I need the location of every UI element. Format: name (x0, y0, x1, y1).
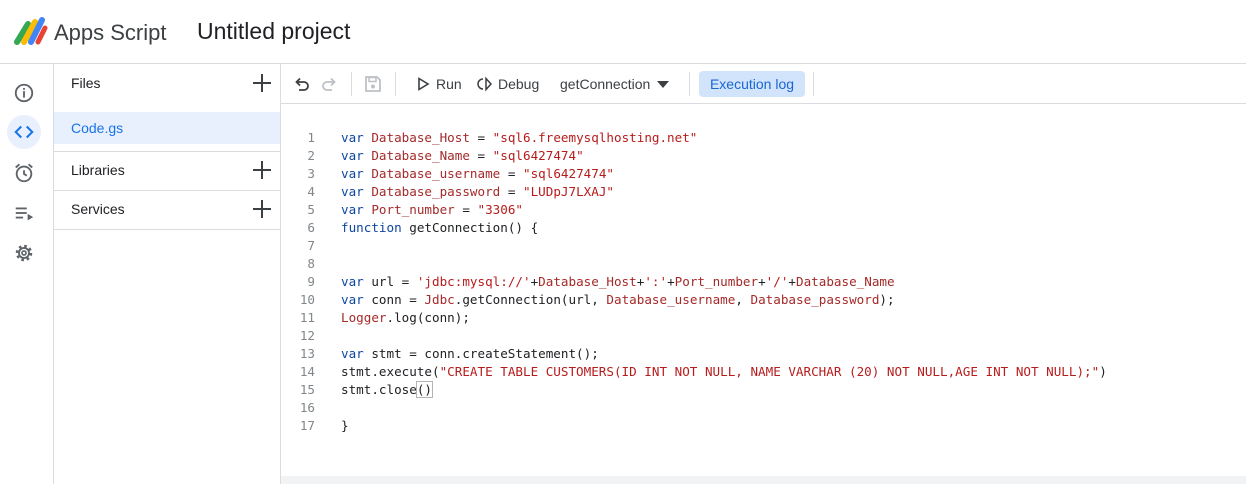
project-title[interactable]: Untitled project (197, 18, 350, 45)
line-number: 14 (299, 364, 315, 379)
libraries-header: Libraries (54, 151, 281, 189)
line-number: 5 (307, 202, 315, 217)
nav-rail (0, 64, 54, 484)
editor-toolbar: Run Debug getConnection Execution log (281, 64, 1246, 104)
services-header: Services (54, 190, 281, 228)
files-header: Files (54, 64, 281, 102)
code-text[interactable]: var Database_username = "sql6427474" (341, 165, 614, 183)
add-file-icon[interactable] (251, 72, 273, 94)
code-text[interactable]: stmt.execute("CREATE TABLE CUSTOMERS(ID … (341, 363, 1107, 381)
line-number: 3 (307, 166, 315, 181)
code-icon (14, 125, 34, 139)
code-text[interactable]: var Database_Name = "sql6427474" (341, 147, 584, 165)
code-text[interactable]: var Database_password = "LUDpJ7LXAJ" (341, 183, 614, 201)
line-number: 9 (307, 274, 315, 289)
line-number: 12 (299, 328, 315, 343)
playlist-play-icon (15, 207, 34, 221)
line-number: 1 (307, 130, 315, 145)
undo-icon[interactable] (292, 74, 312, 94)
app-name[interactable]: Apps Script (54, 20, 167, 46)
line-number: 17 (299, 418, 315, 433)
apps-script-logo-icon[interactable] (14, 16, 48, 46)
rail-editor[interactable] (7, 115, 41, 149)
execution-log-button[interactable]: Execution log (699, 71, 805, 97)
editor-scroll-area (281, 476, 1246, 484)
function-select-value: getConnection (560, 76, 651, 92)
file-name: Code.gs (71, 120, 124, 136)
line-number: 7 (307, 238, 315, 253)
files-panel: Files Code.gs Libraries Services (54, 64, 281, 484)
code-text[interactable]: function getConnection() { (341, 219, 538, 237)
line-number: 10 (299, 292, 315, 307)
rail-settings[interactable] (7, 236, 41, 270)
line-number: 15 (299, 382, 315, 397)
code-editor[interactable]: 1 var Database_Host = "sql6.freemysqlhost… (281, 104, 1246, 476)
rail-executions[interactable] (7, 196, 41, 230)
debug-label: Debug (498, 76, 540, 92)
run-button[interactable]: Run (415, 73, 462, 95)
line-number: 6 (307, 220, 315, 235)
divider (54, 229, 281, 230)
function-select[interactable]: getConnection (560, 73, 670, 95)
line-number: 8 (307, 256, 315, 271)
code-text[interactable]: var stmt = conn.createStatement(); (341, 345, 599, 363)
file-item-code-gs[interactable]: Code.gs (54, 112, 280, 144)
debug-button[interactable]: Debug (477, 73, 539, 95)
toolbar-separator (689, 72, 690, 96)
line-number: 11 (299, 310, 315, 325)
code-text[interactable]: var Port_number = "3306" (341, 201, 523, 219)
code-text[interactable]: var url = 'jdbc:mysql://'+Database_Host+… (341, 273, 895, 291)
toolbar-separator (395, 72, 396, 96)
services-label: Services (71, 201, 125, 217)
add-service-icon[interactable] (251, 198, 273, 220)
toolbar-separator (813, 72, 814, 96)
alarm-clock-icon (15, 163, 33, 183)
toolbar-separator (351, 72, 352, 96)
gear-icon (15, 244, 33, 262)
redo-icon[interactable] (319, 74, 339, 94)
code-text[interactable]: } (341, 417, 349, 435)
code-text[interactable]: var conn = Jdbc.getConnection(url, Datab… (341, 291, 895, 309)
code-text[interactable]: stmt.close() (341, 381, 434, 399)
play-icon (418, 77, 430, 91)
debug-icon (477, 76, 493, 92)
rail-overview[interactable] (7, 76, 41, 110)
run-label: Run (436, 76, 462, 92)
dropdown-arrow-icon (657, 81, 670, 88)
files-label: Files (71, 75, 101, 91)
save-icon[interactable] (363, 74, 383, 94)
line-number: 16 (299, 400, 315, 415)
line-number: 4 (307, 184, 315, 199)
line-number: 2 (307, 148, 315, 163)
line-number: 13 (299, 346, 315, 361)
add-library-icon[interactable] (251, 159, 273, 181)
code-text[interactable]: var Database_Host = "sql6.freemysqlhosti… (341, 129, 697, 147)
libraries-label: Libraries (71, 162, 125, 178)
app-header: Apps Script Untitled project (0, 0, 1246, 64)
code-text[interactable]: Logger.log(conn); (341, 309, 470, 327)
rail-triggers[interactable] (7, 156, 41, 190)
info-icon (14, 83, 34, 103)
